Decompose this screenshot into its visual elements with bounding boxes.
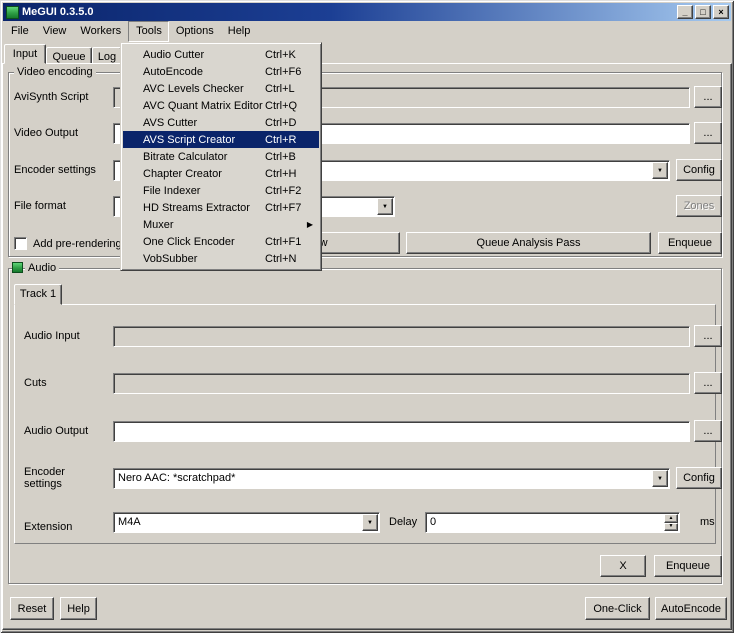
audio-encoder-settings-combobox[interactable]: Nero AAC: *scratchpad* ▼	[113, 468, 670, 489]
menu-item-file-indexer[interactable]: File Indexer Ctrl+F2	[123, 182, 319, 199]
titlebar: MeGUI 0.3.5.0 _ □ ×	[3, 3, 731, 21]
tab-track-1[interactable]: Track 1	[14, 284, 62, 305]
delay-spin-down-button[interactable]: ▼	[664, 523, 678, 532]
cuts-field[interactable]	[113, 373, 690, 394]
video-output-label: Video Output	[14, 127, 78, 139]
close-icon: ×	[718, 8, 723, 17]
zones-button: Zones	[676, 195, 722, 217]
menu-item-hd-streams-extractor[interactable]: HD Streams Extractor Ctrl+F7	[123, 199, 319, 216]
audio-output-field[interactable]	[113, 421, 690, 442]
chevron-down-icon: ▼	[669, 524, 674, 529]
extension-combobox[interactable]: M4A ▼	[113, 512, 380, 533]
queue-analysis-pass-button[interactable]: Queue Analysis Pass	[406, 232, 651, 254]
extension-label: Extension	[24, 521, 72, 533]
chevron-down-icon: ▼	[657, 168, 663, 174]
window-title: MeGUI 0.3.5.0	[22, 6, 94, 18]
reset-button[interactable]: Reset	[10, 597, 54, 620]
file-format-label: File format	[14, 200, 66, 212]
tab-log[interactable]: Log	[92, 47, 122, 63]
main-window: MeGUI 0.3.5.0 _ □ × File View Workers To…	[0, 0, 734, 633]
chevron-down-icon: ▼	[367, 520, 373, 526]
cuts-label: Cuts	[24, 377, 47, 389]
menu-help[interactable]: Help	[221, 21, 258, 42]
one-click-button[interactable]: One-Click	[585, 597, 650, 620]
minimize-button[interactable]: _	[677, 5, 693, 19]
menubar: File View Workers Tools Options Help	[3, 21, 731, 42]
avisynth-script-label: AviSynth Script	[14, 91, 88, 103]
menu-item-vobsubber[interactable]: VobSubber Ctrl+N	[123, 250, 319, 267]
video-encoder-dropdown-button[interactable]: ▼	[652, 162, 668, 179]
delay-stepper[interactable]: 0 ▲ ▼	[425, 512, 680, 533]
audio-input-field[interactable]	[113, 326, 690, 347]
video-group-title: Video encoding	[14, 66, 96, 78]
menu-tools[interactable]: Tools	[128, 21, 169, 42]
close-button[interactable]: ×	[713, 5, 729, 19]
chevron-down-icon: ▼	[382, 204, 388, 210]
audio-encoder-settings-label: Encoder settings	[24, 466, 76, 490]
file-format-dropdown-button[interactable]: ▼	[377, 198, 393, 215]
app-icon	[6, 6, 19, 19]
cuts-browse-button[interactable]: ...	[694, 372, 722, 394]
audio-input-label: Audio Input	[24, 330, 80, 342]
tab-queue[interactable]: Queue	[46, 47, 92, 63]
menu-item-bitrate-calculator[interactable]: Bitrate Calculator Ctrl+B	[123, 148, 319, 165]
audio-enqueue-button[interactable]: Enqueue	[654, 555, 722, 577]
menu-item-autoencode[interactable]: AutoEncode Ctrl+F6	[123, 63, 319, 80]
menu-item-avc-quant-matrix-editor[interactable]: AVC Quant Matrix Editor Ctrl+Q	[123, 97, 319, 114]
avisynth-browse-button[interactable]: ...	[694, 86, 722, 108]
video-config-button[interactable]: Config	[676, 159, 722, 181]
menu-item-one-click-encoder[interactable]: One Click Encoder Ctrl+F1	[123, 233, 319, 250]
menu-item-avs-script-creator[interactable]: AVS Script Creator Ctrl+R	[123, 131, 319, 148]
add-pre-rendering-checkbox[interactable]	[14, 237, 27, 250]
submenu-arrow-icon: ▶	[307, 220, 313, 229]
delay-spin-up-button[interactable]: ▲	[664, 514, 678, 523]
menu-options[interactable]: Options	[169, 21, 221, 42]
maximize-icon: □	[700, 8, 705, 17]
audio-x-button[interactable]: X	[600, 555, 646, 577]
menu-file[interactable]: File	[4, 21, 36, 42]
video-enqueue-button[interactable]: Enqueue	[658, 232, 722, 254]
menu-item-muxer[interactable]: Muxer ▶	[123, 216, 319, 233]
minimize-icon: _	[682, 8, 687, 17]
delay-label: Delay	[389, 516, 417, 528]
audio-group-title: Audio	[25, 262, 59, 274]
audio-group-icon	[12, 262, 23, 273]
video-output-browse-button[interactable]: ...	[694, 122, 722, 144]
chevron-up-icon: ▲	[669, 516, 674, 521]
add-pre-rendering-label: Add pre-rendering	[33, 238, 122, 250]
autoencode-button[interactable]: AutoEncode	[655, 597, 727, 620]
menu-item-audio-cutter[interactable]: Audio Cutter Ctrl+K	[123, 46, 319, 63]
menu-workers[interactable]: Workers	[73, 21, 128, 42]
audio-input-browse-button[interactable]: ...	[694, 325, 722, 347]
menu-item-avc-levels-checker[interactable]: AVC Levels Checker Ctrl+L	[123, 80, 319, 97]
audio-output-label: Audio Output	[24, 425, 88, 437]
help-button[interactable]: Help	[60, 597, 97, 620]
audio-config-button[interactable]: Config	[676, 467, 722, 489]
chevron-down-icon: ▼	[657, 476, 663, 482]
video-encoder-settings-label: Encoder settings	[14, 164, 96, 176]
menu-item-chapter-creator[interactable]: Chapter Creator Ctrl+H	[123, 165, 319, 182]
menu-item-avs-cutter[interactable]: AVS Cutter Ctrl+D	[123, 114, 319, 131]
tab-input[interactable]: Input	[4, 44, 46, 64]
maximize-button[interactable]: □	[695, 5, 711, 19]
ms-label: ms	[700, 516, 715, 528]
extension-dropdown-button[interactable]: ▼	[362, 514, 378, 531]
tools-menu-dropdown: Audio Cutter Ctrl+K AutoEncode Ctrl+F6 A…	[120, 42, 322, 271]
menu-view[interactable]: View	[36, 21, 74, 42]
audio-output-browse-button[interactable]: ...	[694, 420, 722, 442]
audio-encoder-dropdown-button[interactable]: ▼	[652, 470, 668, 487]
